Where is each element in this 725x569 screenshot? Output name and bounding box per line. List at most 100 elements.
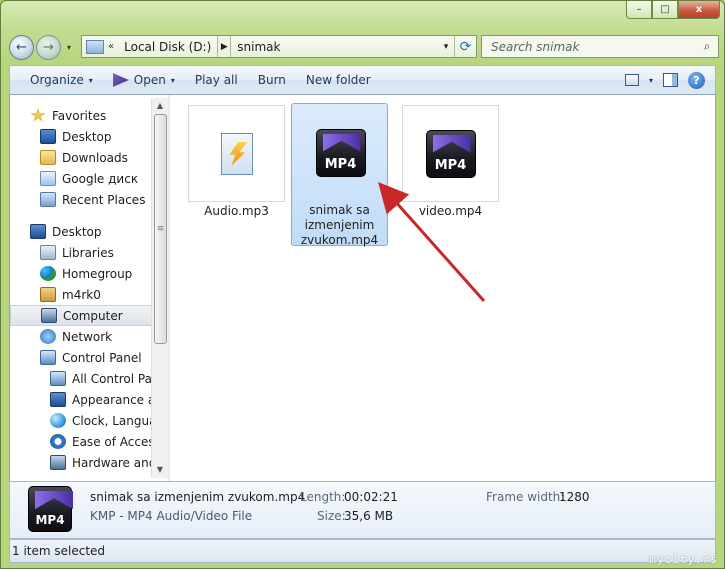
sidebar-item-m4rk0[interactable]: m4rk0 <box>10 284 168 305</box>
desktop-icon <box>40 129 56 144</box>
refresh-icon[interactable]: ⟳ <box>454 36 476 57</box>
sidebar-item-desktop[interactable]: Desktop <box>10 126 168 147</box>
minimize-button[interactable]: – <box>626 1 652 19</box>
mp4-badge: MP4 <box>35 513 65 527</box>
homegroup-icon <box>40 266 56 281</box>
annotation-arrow <box>378 182 486 302</box>
libraries-icon <box>40 245 56 260</box>
sidebar-item-network[interactable]: Network <box>10 326 168 347</box>
chevron-down-icon[interactable]: ▾ <box>171 76 175 85</box>
breadcrumb-overflow-button[interactable]: « <box>104 41 118 52</box>
details-file-type: KMP - MP4 Audio/Video File <box>90 509 253 523</box>
sidebar-item-label: Desktop <box>62 129 112 144</box>
change-view-icon[interactable] <box>624 74 639 86</box>
scroll-up-arrow[interactable]: ▲ <box>152 98 168 114</box>
mp4-file-icon: MP4 <box>28 486 73 532</box>
preview-pane-icon[interactable] <box>663 73 678 87</box>
sidebar-scrollbar[interactable]: ▲ ≡ ▼ <box>151 98 168 478</box>
sidebar-item-label: Libraries <box>62 245 114 260</box>
sidebar-item-label: All Control Pan <box>72 371 160 386</box>
forward-button[interactable]: → <box>36 34 61 60</box>
appearance-icon <box>50 392 66 407</box>
scroll-down-arrow[interactable]: ▼ <box>152 462 168 478</box>
frame-width-value: 1280 <box>559 490 590 504</box>
sidebar-item-favorites[interactable]: Favorites <box>10 105 168 126</box>
length-label: Length: <box>300 490 346 504</box>
play-all-button[interactable]: Play all <box>185 73 248 87</box>
details-file-name: snimak sa izmenjenim zvukom.mp4 <box>90 490 306 504</box>
breadcrumb-local-disk[interactable]: Local Disk (D:) <box>118 40 217 54</box>
length-value: 00:02:21 <box>344 490 398 504</box>
chevron-down-icon: ▾ <box>88 75 93 85</box>
sidebar-item-ease-of-access[interactable]: Ease of Access <box>10 431 168 452</box>
new-folder-label: New folder <box>305 73 371 87</box>
maximize-button[interactable]: □ <box>652 1 678 19</box>
sidebar-item-recent-places[interactable]: Recent Places <box>10 189 168 210</box>
network-icon <box>40 329 56 344</box>
downloads-icon <box>40 150 56 165</box>
control-panel-icon <box>40 350 56 365</box>
organize-button[interactable]: Organize ▾ <box>20 73 103 87</box>
sidebar-item-label: Appearance an <box>72 392 163 407</box>
details-file-icon: MP4 <box>28 486 73 532</box>
content-area: Favorites Desktop Downloads Google диск … <box>9 95 716 481</box>
address-bar[interactable]: « Local Disk (D:) ▶ snimak ▾ ⟳ <box>81 35 477 58</box>
sidebar-item-label: Computer <box>63 308 123 323</box>
ease-of-access-icon <box>50 434 66 449</box>
caption-buttons: – □ x <box>626 1 720 19</box>
desktop-icon <box>30 224 46 239</box>
sidebar-item-label: Google диск <box>62 171 139 186</box>
sidebar-item-libraries[interactable]: Libraries <box>10 242 168 263</box>
watermark: mycity.rs <box>649 553 718 566</box>
sidebar-item-label: Network <box>62 329 113 344</box>
size-value: 35,6 MB <box>344 509 394 523</box>
help-icon[interactable]: ? <box>688 71 705 89</box>
view-options-dropdown[interactable]: ▾ <box>649 76 653 85</box>
sidebar-item-google-disk[interactable]: Google диск <box>10 168 168 189</box>
open-button[interactable]: Open ▾ <box>103 73 185 87</box>
sidebar-item-clock-language[interactable]: Clock, Languag <box>10 410 168 431</box>
sidebar-item-label: Homegroup <box>62 266 133 281</box>
new-folder-button[interactable]: New folder <box>296 73 381 87</box>
command-bar: Organize ▾ Open ▾ Play all Burn New fold… <box>9 65 716 95</box>
media-player-icon <box>112 73 129 87</box>
open-label: Open <box>133 73 166 87</box>
command-bar-right: ▾ ? <box>624 71 715 89</box>
search-placeholder: Search snimak <box>491 39 580 54</box>
back-button[interactable]: ← <box>9 34 34 60</box>
sidebar-item-appearance[interactable]: Appearance an <box>10 389 168 410</box>
hardware-icon <box>50 455 66 470</box>
arrow-line <box>378 182 486 302</box>
sidebar-item-homegroup[interactable]: Homegroup <box>10 263 168 284</box>
sidebar-item-all-control-panel[interactable]: All Control Pan <box>10 368 168 389</box>
burn-label: Burn <box>257 73 286 87</box>
star-icon <box>30 108 46 122</box>
sidebar-item-label: Recent Places <box>62 192 146 207</box>
sidebar-item-control-panel[interactable]: Control Panel <box>10 347 168 368</box>
folder-icon <box>86 39 104 54</box>
sidebar-item-hardware[interactable]: Hardware and S <box>10 452 168 473</box>
sidebar-item-desktop-root[interactable]: Desktop <box>10 221 168 242</box>
navigation-row: ← → ▾ « Local Disk (D:) ▶ snimak ▾ ⟳ Sea… <box>9 31 719 63</box>
address-dropdown-button[interactable]: ▾ <box>438 42 454 52</box>
organize-label: Organize <box>30 73 84 87</box>
sidebar-item-downloads[interactable]: Downloads <box>10 147 168 168</box>
burn-button[interactable]: Burn <box>248 73 296 87</box>
pane-splitter[interactable] <box>168 95 170 481</box>
scroll-thumb[interactable]: ≡ <box>154 114 167 344</box>
details-pane: MP4 snimak sa izmenjenim zvukom.mp4 KMP … <box>9 481 716 539</box>
computer-icon <box>41 308 57 323</box>
globe-icon <box>50 413 66 428</box>
status-text: 1 item selected <box>12 544 106 558</box>
close-button[interactable]: x <box>678 1 720 19</box>
play-all-label: Play all <box>194 73 238 87</box>
sidebar-item-label: Favorites <box>52 108 107 123</box>
sidebar-item-computer[interactable]: Computer <box>10 305 158 326</box>
breadcrumb-separator[interactable]: ▶ <box>217 36 232 57</box>
navigation-pane: Favorites Desktop Downloads Google диск … <box>10 95 168 481</box>
breadcrumb-snimak[interactable]: snimak <box>231 40 286 54</box>
search-input[interactable]: Search snimak ⌕ <box>481 35 719 58</box>
sidebar-item-label: Downloads <box>62 150 128 165</box>
search-icon[interactable]: ⌕ <box>696 39 718 54</box>
recent-pages-dropdown[interactable]: ▾ <box>63 43 75 52</box>
